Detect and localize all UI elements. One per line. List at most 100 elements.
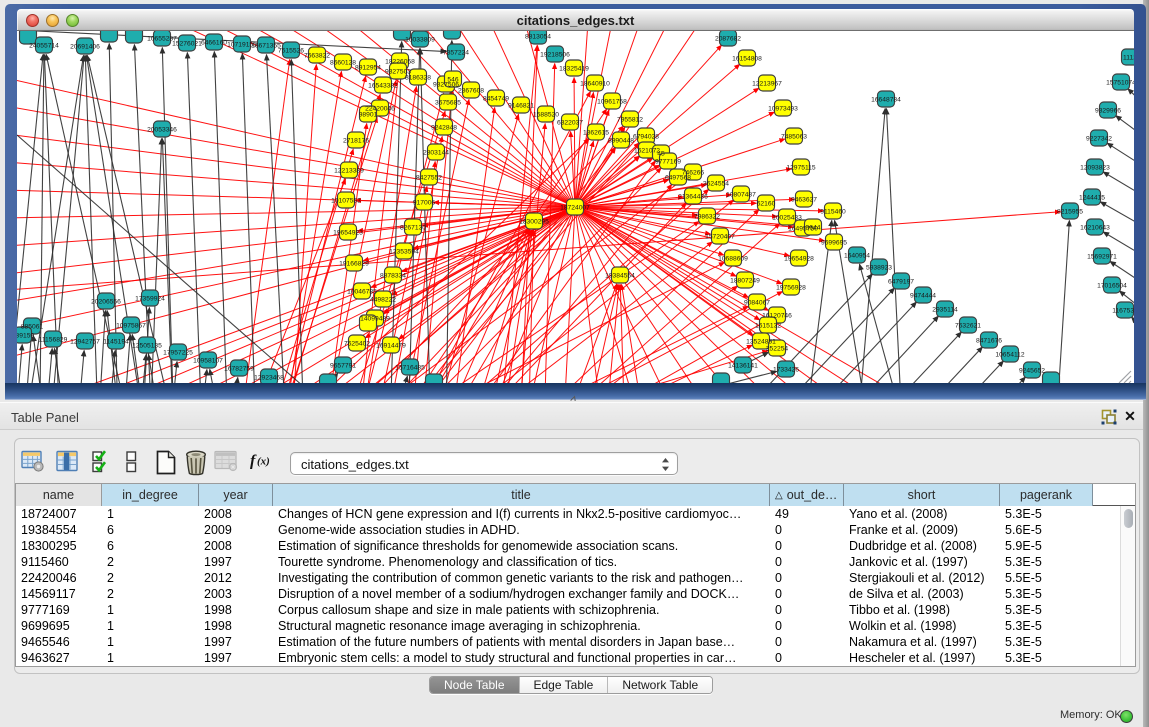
graph-edge[interactable] — [98, 310, 105, 382]
graph-edge[interactable] — [565, 207, 575, 383]
table-chooser-select[interactable]: citations_edges.txt — [290, 452, 678, 475]
new-column-icon[interactable] — [155, 450, 177, 475]
graph-node-label: 9463627 — [791, 196, 817, 203]
graph-edge[interactable] — [77, 350, 84, 382]
graph-edge[interactable] — [965, 361, 1004, 383]
graph-node[interactable] — [444, 31, 461, 39]
column-header-pagerank[interactable]: pagerank — [1000, 484, 1093, 506]
graph-node-label: 15720407 — [705, 233, 735, 240]
graph-edge[interactable] — [214, 51, 228, 382]
graph-edge[interactable] — [1056, 220, 1069, 382]
table-row[interactable]: 1872400712008Changes of HCN gene express… — [16, 506, 1121, 522]
graph-node[interactable] — [126, 31, 143, 43]
graph-node-label: 8912954 — [355, 64, 381, 71]
table-row[interactable]: 911546021997Tourette syndrome. Phenomeno… — [16, 554, 1121, 570]
graph-edge[interactable] — [464, 203, 686, 383]
tab-node-table[interactable]: Node Table — [430, 677, 520, 693]
graph-node-label: 917006 — [413, 199, 436, 206]
column-header-short[interactable]: short — [844, 484, 1000, 506]
table-row[interactable]: 946554611997Estimation of the future num… — [16, 634, 1121, 650]
delete-column-icon[interactable] — [184, 450, 208, 476]
graph-node-label: 8454749 — [483, 95, 509, 102]
graph-edge[interactable] — [210, 369, 224, 382]
graph-node[interactable] — [713, 373, 730, 383]
graph-node-label: 9146821 — [508, 102, 534, 109]
graph-edge[interactable] — [886, 108, 902, 382]
graph-edge[interactable] — [200, 369, 207, 382]
table-cell: 1 — [102, 618, 199, 634]
graph-node[interactable] — [1043, 372, 1060, 383]
float-panel-icon[interactable] — [1101, 409, 1117, 425]
graph-edge[interactable] — [931, 347, 983, 383]
table-cell: 2012 — [199, 570, 273, 586]
graph-edge[interactable] — [1128, 89, 1134, 122]
graph-node-label: 7515526 — [278, 47, 304, 54]
graph-node-label: 18325419 — [559, 65, 589, 72]
graph-edge[interactable] — [1131, 317, 1134, 350]
graph-edge[interactable] — [896, 332, 962, 383]
graph-node-label: 10046785 — [347, 288, 377, 295]
graph-edge[interactable] — [408, 48, 420, 382]
unselect-rows-icon[interactable] — [125, 450, 138, 474]
scrollbar-thumb[interactable] — [1124, 509, 1133, 528]
graph-node-label: 9644 — [806, 224, 821, 231]
graph-node-label: 1733426 — [773, 366, 799, 373]
graph-edge[interactable] — [187, 52, 202, 382]
table-panel-titlebar[interactable]: Table Panel ✕ — [0, 402, 1143, 430]
table-row[interactable]: 1456911722003Disruption of a novel membe… — [16, 586, 1121, 602]
graph-node-label: 5938923 — [866, 264, 892, 271]
column-header-in_degree[interactable]: in_degree — [102, 484, 199, 506]
graph-edge[interactable] — [17, 344, 22, 382]
table-vertical-scrollbar[interactable] — [1120, 506, 1135, 667]
network-canvas[interactable]: 2405571420691406106552871527602164661601… — [17, 31, 1134, 383]
graph-node[interactable] — [426, 374, 443, 383]
function-builder-icon[interactable]: f (x) — [249, 450, 277, 470]
close-panel-icon[interactable]: ✕ — [1122, 409, 1138, 425]
column-header-title[interactable]: title — [273, 484, 770, 506]
table-cell: Genome-wide association studies in ADHD. — [273, 522, 770, 538]
table-cell: 19384554 — [16, 522, 102, 538]
graph-edge[interactable] — [40, 54, 44, 382]
table-row[interactable]: 2242004622012Investigating the contribut… — [16, 570, 1121, 586]
graph-edge[interactable] — [1100, 202, 1134, 237]
graph-node-label: 16154808 — [732, 55, 762, 62]
table-row[interactable]: 1938455462009Genome-wide association stu… — [16, 522, 1121, 538]
table-header-row: name in_degreeyeartitle△out_de…shortpager… — [16, 484, 1136, 506]
graph-edge[interactable] — [240, 59, 290, 382]
graph-edge[interactable] — [696, 371, 777, 382]
node-table[interactable]: name in_degreeyeartitle△out_de…shortpager… — [15, 483, 1136, 667]
graph-edge[interactable] — [575, 207, 599, 383]
network-window-titlebar[interactable]: citations_edges.txt — [17, 9, 1134, 31]
table-cell: Franke et al. (2009) — [844, 522, 1000, 538]
graph-node[interactable] — [320, 374, 337, 383]
graph-node-label: 12975115 — [786, 164, 816, 171]
table-row[interactable]: 977716911998Corpus callosum shape and si… — [16, 602, 1121, 618]
table-settings-icon[interactable] — [21, 450, 44, 472]
graph-edge[interactable] — [45, 348, 52, 382]
table-cell: de Silva et al. (2003) — [844, 586, 1000, 602]
graph-edge[interactable] — [1116, 116, 1134, 150]
graph-node[interactable] — [101, 31, 118, 42]
graph-node-label: 18300295 — [519, 218, 549, 225]
table-row[interactable]: 969969511998Structural magnetic resonanc… — [16, 618, 1121, 634]
graph-edge[interactable] — [1107, 143, 1134, 178]
table-row[interactable]: 1830029562008Estimation of significance … — [16, 538, 1121, 554]
table-cell: Tourette syndrome. Phenomenology and cla… — [273, 554, 770, 570]
table-row[interactable]: 946362711997Embryonic stem cells: a mode… — [16, 650, 1121, 666]
graph-node-label: 24055714 — [29, 42, 59, 49]
tab-network-table[interactable]: Network Table — [608, 677, 712, 693]
select-columns-icon[interactable] — [56, 450, 79, 472]
graph-node-label: 2367608 — [458, 87, 484, 94]
select-all-rows-icon[interactable] — [92, 450, 112, 474]
column-header-name[interactable]: name — [16, 484, 102, 506]
table-cell: 5.9E-5 — [1000, 538, 1093, 554]
column-header-year[interactable]: year — [199, 484, 273, 506]
table-cell: 9699695 — [16, 618, 102, 634]
table-cell: 1997 — [199, 634, 273, 650]
tab-edge-table[interactable]: Edge Table — [520, 677, 609, 693]
column-header-out_de[interactable]: △out_de… — [770, 484, 844, 506]
graph-edge[interactable] — [1103, 172, 1134, 207]
resize-grip-icon[interactable] — [1116, 368, 1132, 384]
table-cell: 1997 — [199, 650, 273, 666]
column-header-label: name — [43, 488, 74, 502]
